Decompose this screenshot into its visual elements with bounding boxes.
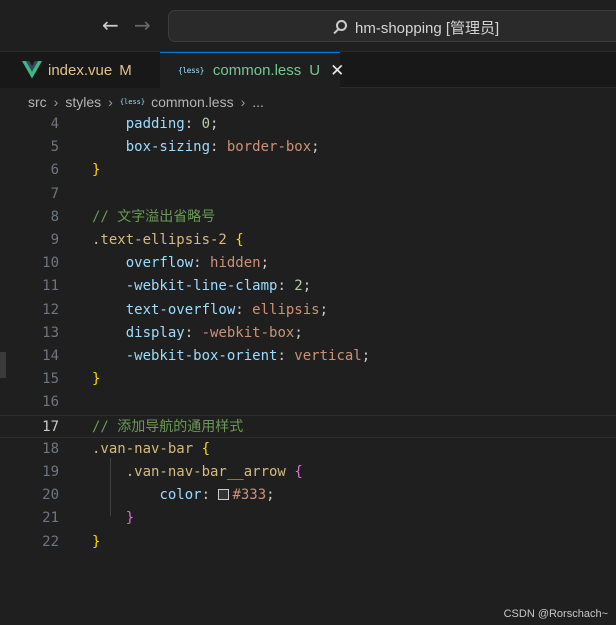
line-number: 5 bbox=[50, 139, 59, 156]
code-line-9[interactable]: 9 .text-ellipsis-2 { bbox=[0, 229, 616, 252]
line-number: 4 bbox=[50, 116, 59, 132]
code-line-22[interactable]: 22} bbox=[0, 531, 616, 554]
line-number: 14 bbox=[42, 348, 59, 364]
code-text: text-overflow: ellipsis; bbox=[125, 301, 329, 318]
code-text: -webkit-box-orient: vertical; bbox=[125, 348, 371, 364]
code-line-14[interactable]: 14 -webkit-box-orient: vertical; bbox=[0, 345, 616, 368]
breadcrumb-item-symbols[interactable]: ... bbox=[252, 94, 264, 110]
line-number: 15 bbox=[42, 371, 59, 388]
code-line-4[interactable]: 4 padding: 0; bbox=[0, 113, 616, 136]
git-status-badge: U bbox=[309, 62, 321, 79]
line-number: 7 bbox=[50, 185, 59, 202]
forward-arrow-icon[interactable]: → bbox=[134, 14, 151, 36]
code-text: // 添加导航的通用样式 bbox=[92, 418, 244, 435]
code-line-17[interactable]: 17 // 添加导航的通用样式 bbox=[0, 414, 616, 438]
line-number: 11 bbox=[42, 278, 59, 295]
code-line-15[interactable]: 15} bbox=[0, 368, 616, 391]
line-number: 9 bbox=[50, 232, 59, 248]
code-text: color: #333; bbox=[159, 487, 275, 504]
line-number: 8 bbox=[50, 208, 59, 225]
title-bar: ← → hm-shopping [管理员] bbox=[0, 0, 616, 52]
code-text: padding: 0; bbox=[125, 116, 219, 132]
code-line-16[interactable]: 16 bbox=[0, 391, 616, 414]
line-number: 20 bbox=[42, 487, 59, 504]
code-line-13[interactable]: 13 display: -webkit-box; bbox=[0, 322, 616, 345]
less-icon: {less} bbox=[178, 66, 204, 75]
workspace-title: hm-shopping [管理员] bbox=[355, 20, 500, 37]
code-text: .text-ellipsis-2 { bbox=[92, 232, 244, 248]
code-text: box-sizing: border-box; bbox=[125, 139, 320, 156]
code-line-12[interactable]: 12 text-overflow: ellipsis; bbox=[0, 299, 616, 322]
tab-label: common.less bbox=[212, 62, 302, 79]
code-line-21[interactable]: 21 } bbox=[0, 507, 616, 530]
color-swatch[interactable] bbox=[218, 489, 230, 501]
breadcrumb-item-src[interactable]: src bbox=[28, 94, 47, 110]
tab-index-vue[interactable]: index.vue M bbox=[0, 52, 160, 88]
breadcrumb-item-file[interactable]: common.less bbox=[151, 94, 233, 110]
line-number: 18 bbox=[42, 440, 59, 457]
code-line-6[interactable]: 6} bbox=[0, 159, 616, 182]
code-line-11[interactable]: 11 -webkit-line-clamp: 2; bbox=[0, 275, 616, 298]
editor-tab-bar: index.vue M {less} common.less U ✕ bbox=[0, 52, 616, 88]
back-arrow-icon[interactable]: ← bbox=[102, 14, 119, 36]
code-text: display: -webkit-box; bbox=[125, 324, 303, 341]
code-text: } bbox=[92, 533, 101, 550]
code-editor[interactable]: 4 padding: 0; 5 box-sizing: border-box; 6}… bbox=[0, 116, 616, 625]
code-text: .van-nav-bar__arrow { bbox=[125, 464, 303, 480]
code-text: overflow: hidden; bbox=[125, 255, 270, 272]
code-line-18[interactable]: 18 .van-nav-bar { bbox=[0, 438, 616, 461]
code-text: } bbox=[92, 371, 101, 388]
code-text: } bbox=[125, 510, 135, 527]
code-line-5[interactable]: 5 box-sizing: border-box; bbox=[0, 136, 616, 159]
line-number: 10 bbox=[42, 255, 59, 272]
watermark: CSDN @Rorschach~ bbox=[503, 608, 608, 620]
line-number: 19 bbox=[42, 464, 59, 480]
line-number: 16 bbox=[42, 394, 59, 411]
search-icon bbox=[331, 19, 349, 37]
tab-label: index.vue bbox=[48, 61, 113, 79]
chevron-right-icon: › bbox=[108, 94, 113, 110]
code-line-8[interactable]: 8 // 文字溢出省略号 bbox=[0, 206, 616, 229]
line-number: 6 bbox=[50, 162, 59, 179]
code-text: // 文字溢出省略号 bbox=[92, 208, 216, 225]
breadcrumb: src › styles › {less} common.less › ... bbox=[0, 88, 616, 116]
close-icon[interactable]: ✕ bbox=[330, 62, 344, 79]
tab-common-less[interactable]: {less} common.less U ✕ bbox=[160, 52, 344, 88]
vue-icon bbox=[22, 61, 42, 79]
code-line-10[interactable]: 10 overflow: hidden; bbox=[0, 252, 616, 275]
line-number: 22 bbox=[42, 533, 59, 550]
code-text: } bbox=[92, 162, 101, 179]
line-number: 21 bbox=[42, 510, 59, 527]
code-line-7[interactable]: 7 bbox=[0, 183, 616, 206]
code-line-20[interactable]: 20 color: #333; bbox=[0, 484, 616, 507]
command-center-search[interactable]: hm-shopping [管理员] bbox=[168, 10, 616, 42]
chevron-right-icon: › bbox=[53, 94, 59, 110]
code-text: .van-nav-bar { bbox=[92, 440, 211, 457]
git-status-badge: M bbox=[119, 61, 132, 79]
line-number: 12 bbox=[42, 301, 59, 318]
less-icon: {less} bbox=[119, 98, 146, 106]
code-text: -webkit-line-clamp: 2; bbox=[125, 278, 312, 295]
breadcrumb-item-styles[interactable]: styles bbox=[65, 94, 101, 110]
line-number: 13 bbox=[42, 324, 59, 341]
code-line-19[interactable]: 19 .van-nav-bar__arrow { bbox=[0, 461, 616, 484]
chevron-right-icon: › bbox=[240, 94, 246, 110]
line-number: 17 bbox=[42, 418, 59, 435]
